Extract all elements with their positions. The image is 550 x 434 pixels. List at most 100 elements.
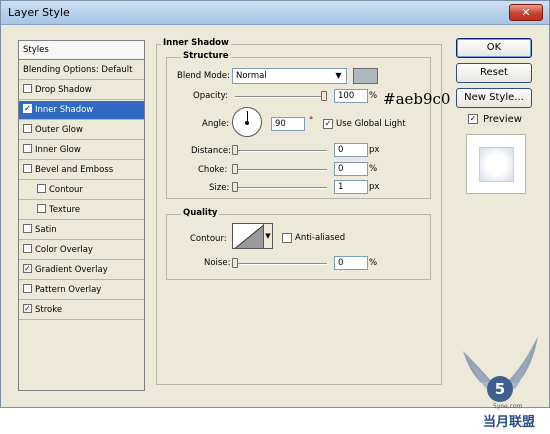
ok-button[interactable]: OK xyxy=(456,38,532,58)
choke-input[interactable]: 0 xyxy=(334,162,368,176)
style-enable-checkbox[interactable] xyxy=(23,84,32,93)
opacity-slider-track[interactable] xyxy=(235,96,327,98)
style-enable-checkbox[interactable] xyxy=(23,284,32,293)
opacity-input[interactable]: 100 xyxy=(334,89,368,103)
style-enable-checkbox[interactable]: ✓ xyxy=(23,264,32,273)
styles-list-item[interactable]: Contour xyxy=(19,181,144,200)
watermark-site: 5yoe.com xyxy=(493,403,523,410)
site-watermark: 5 5yoe.com 当月联盟 xyxy=(453,331,548,431)
new-style-button[interactable]: New Style... xyxy=(456,88,532,108)
quality-group xyxy=(166,214,431,280)
contour-curve-icon xyxy=(234,224,263,248)
angle-dial-center xyxy=(245,121,249,125)
styles-list-item[interactable]: ✓ Inner Shadow xyxy=(19,101,144,120)
use-global-light-checkbox[interactable]: ✓ xyxy=(323,119,333,129)
distance-unit: px xyxy=(369,145,380,155)
noise-input[interactable]: 0 xyxy=(334,256,368,270)
angle-dial[interactable] xyxy=(232,107,262,137)
styles-list-item-label: Satin xyxy=(35,225,57,235)
style-preview-swatch xyxy=(479,147,514,182)
angle-label: Angle: xyxy=(202,119,230,129)
angle-unit: ° xyxy=(309,116,314,126)
styles-list-item[interactable]: ✓ Stroke xyxy=(19,301,144,320)
styles-list-item-label: Color Overlay xyxy=(35,245,93,255)
styles-list-item-label: Texture xyxy=(49,205,81,215)
contour-picker[interactable] xyxy=(232,223,264,249)
distance-slider-track[interactable] xyxy=(235,150,327,152)
contour-label: Contour: xyxy=(190,234,227,244)
angle-input[interactable]: 90 xyxy=(271,117,305,131)
noise-slider-thumb[interactable] xyxy=(232,258,238,268)
size-slider-track[interactable] xyxy=(235,187,327,189)
anti-aliased-checkbox[interactable] xyxy=(282,233,292,243)
styles-list-item[interactable]: Texture xyxy=(19,201,144,220)
styles-list-item-label: Blending Options: Default xyxy=(23,65,133,75)
preview-checkbox[interactable]: ✓ xyxy=(468,114,478,124)
styles-list-item[interactable]: Blending Options: Default xyxy=(19,61,144,80)
styles-list-item[interactable]: Satin xyxy=(19,221,144,240)
styles-list-item[interactable]: Pattern Overlay xyxy=(19,281,144,300)
size-slider-thumb[interactable] xyxy=(232,182,238,192)
color-caption: #aeb9c0 xyxy=(383,90,451,108)
noise-slider-track[interactable] xyxy=(235,263,327,265)
styles-list-item[interactable]: Color Overlay xyxy=(19,241,144,260)
window-title: Layer Style xyxy=(8,6,70,19)
styles-list-item-label: Contour xyxy=(49,185,83,195)
anti-aliased-label: Anti-aliased xyxy=(295,233,346,243)
style-enable-checkbox[interactable]: ✓ xyxy=(23,104,32,113)
opacity-unit: % xyxy=(369,91,378,101)
distance-input[interactable]: 0 xyxy=(334,143,368,157)
choke-unit: % xyxy=(369,164,378,174)
styles-list-item-label: Drop Shadow xyxy=(35,85,92,95)
style-enable-checkbox[interactable] xyxy=(37,204,46,213)
styles-list-item[interactable]: Inner Glow xyxy=(19,141,144,160)
style-enable-checkbox[interactable] xyxy=(23,124,32,133)
title-bar: Layer Style ✕ xyxy=(1,1,549,25)
styles-list-item-label: Gradient Overlay xyxy=(35,265,108,275)
style-enable-checkbox[interactable] xyxy=(23,144,32,153)
styles-list-item[interactable]: ✓ Gradient Overlay xyxy=(19,261,144,280)
styles-list-item[interactable]: Drop Shadow xyxy=(19,81,144,100)
shadow-color-swatch[interactable] xyxy=(353,68,378,84)
inner-shadow-title: Inner Shadow xyxy=(161,38,231,48)
opacity-slider-thumb[interactable] xyxy=(321,91,327,101)
styles-list-header[interactable]: Styles xyxy=(19,41,144,60)
opacity-label: Opacity: xyxy=(193,91,228,101)
styles-list-item-label: Inner Glow xyxy=(35,145,81,155)
watermark-caption: 当月联盟 xyxy=(483,415,536,430)
distance-slider-thumb[interactable] xyxy=(232,145,238,155)
styles-list-item-label: Inner Shadow xyxy=(35,105,94,115)
noise-unit: % xyxy=(369,258,378,268)
quality-title: Quality xyxy=(181,208,220,218)
contour-dropdown-arrow[interactable]: ▼ xyxy=(264,223,273,249)
noise-label: Noise: xyxy=(204,258,231,268)
style-enable-checkbox[interactable]: ✓ xyxy=(23,304,32,313)
styles-header-label: Styles xyxy=(23,45,49,55)
styles-list-item[interactable]: Outer Glow xyxy=(19,121,144,140)
styles-list-item[interactable]: Bevel and Emboss xyxy=(19,161,144,180)
choke-label: Choke: xyxy=(198,165,228,175)
blend-mode-select[interactable]: Normal ▼ xyxy=(232,68,347,84)
choke-slider-thumb[interactable] xyxy=(232,164,238,174)
close-button[interactable]: ✕ xyxy=(509,4,543,21)
watermark-brand: 5 xyxy=(495,380,505,398)
choke-slider-track[interactable] xyxy=(235,169,327,171)
style-enable-checkbox[interactable] xyxy=(37,184,46,193)
chevron-down-icon: ▼ xyxy=(335,71,342,80)
reset-button[interactable]: Reset xyxy=(456,63,532,83)
style-enable-checkbox[interactable] xyxy=(23,244,32,253)
layer-style-dialog: Layer Style ✕ Styles Blending Options: D… xyxy=(0,0,550,430)
style-enable-checkbox[interactable] xyxy=(23,224,32,233)
styles-list: Styles Blending Options: Default Drop Sha… xyxy=(18,40,145,391)
styles-list-item-label: Pattern Overlay xyxy=(35,285,102,295)
size-unit: px xyxy=(369,182,380,192)
dialog-body: Styles Blending Options: Default Drop Sha… xyxy=(3,26,548,430)
size-label: Size: xyxy=(209,183,230,193)
styles-list-item-label: Bevel and Emboss xyxy=(35,165,114,175)
style-enable-checkbox[interactable] xyxy=(23,164,32,173)
distance-label: Distance: xyxy=(191,146,232,156)
blend-mode-value: Normal xyxy=(236,71,267,81)
structure-title: Structure xyxy=(181,51,231,61)
size-input[interactable]: 1 xyxy=(334,180,368,194)
style-preview xyxy=(466,134,526,194)
